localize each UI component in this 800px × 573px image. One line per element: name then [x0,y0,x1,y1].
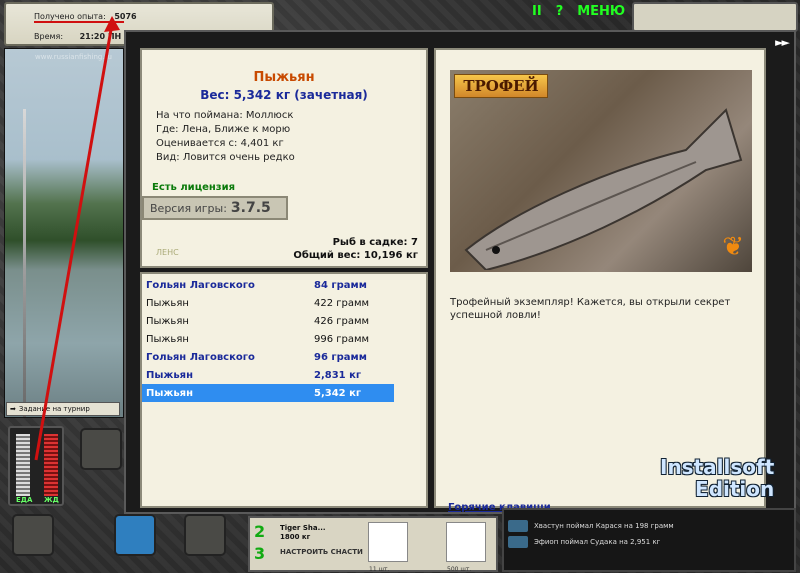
news-text: Эфиоп поймал Судака на 2,951 кг [534,538,661,546]
catch-fish-name: Пыжьян [146,297,189,309]
slot-number-2: 2 [254,522,266,541]
catch-row[interactable]: Пыжьян 5,342 кг [142,384,394,402]
fish-weight: Вес: 5,342 кг (зачетная) [200,88,368,102]
hook-count: 11 шт. [369,566,390,573]
fish-price: Оценивается с: 4,401 кг [156,138,284,149]
version-value: 3.7.5 [230,200,271,216]
fish-info-card: Пыжьян Вес: 5,342 кг (зачетная) На что п… [140,48,428,268]
food-label: ЕДА [16,496,33,504]
arrow-right-icon: ➡ [10,405,16,413]
fish-species: Вид: Ловится очень редко [156,152,295,163]
news-item: Эфиоп поймал Судака на 2,951 кг [508,534,790,550]
catch-row[interactable]: Пыжьян 426 грамм [142,312,394,330]
close-dialog-button[interactable]: ►► [775,36,790,49]
news-feed: Хвастун поймал Карася на 198 грамм Эфиоп… [502,508,796,572]
tournament-task-button[interactable]: ➡ Задание на турнир [6,402,120,416]
fish-name: Пыжьян [253,70,315,85]
fishing-rod [23,109,26,417]
menu-button[interactable]: МЕНЮ [577,4,625,19]
catch-fish-weight: 96 грамм [314,351,367,363]
bag-button[interactable] [184,514,226,556]
fish-icon [508,536,528,548]
catch-fish-name: Пыжьян [146,315,189,327]
time-readout: Время: 21:20 ПН [34,32,121,41]
slot-number-3: 3 [254,544,266,563]
brand-line2: Edition [695,477,775,501]
catch-fish-name: Гольян Лаговского [146,351,255,363]
status-meters: ЕДА ЖД [8,426,64,506]
fish-location: Где: Лена, Ближе к морю [156,124,291,135]
rod-info: Tiger Sha... 1800 кг [280,524,326,542]
health-meter [44,434,58,496]
top-controls: II ? МЕНЮ [532,4,625,19]
xp-readout: Получено опыта: 5076 [34,12,137,21]
fish-image [464,108,743,270]
news-item: Хвастун поймал Карася на 198 грамм [508,518,790,534]
xp-label: Получено опыта: [34,12,106,21]
total-weight: Общий вес: 10,196 кг [293,250,418,261]
lake-scene: www.russianfishing.ru [4,48,124,418]
catch-row[interactable]: Гольян Лаговского 96 грамм [142,348,394,366]
setup-tackle-button[interactable]: НАСТРОИТЬ СНАСТИ [280,548,363,557]
rod-weight: 1800 кг [280,533,311,541]
fish-bait: На что поймана: Моллюск [156,110,294,121]
catch-row[interactable]: Пыжьян 996 грамм [142,330,394,348]
tackle-bar: 2 3 Tiger Sha... 1800 кг НАСТРОИТЬ СНАСТ… [248,516,498,573]
time-label: Время: [34,32,64,41]
catch-fish-weight: 426 грамм [314,315,370,327]
catch-fish-weight: 84 грамм [314,279,367,291]
tackle-box-button[interactable] [80,428,122,470]
health-label: ЖД [44,496,59,504]
catch-row[interactable]: Пыжьян 422 грамм [142,294,394,312]
trophy-fish-image: ТРОФЕЙ ❦ [450,70,752,272]
xp-value: 5076 [114,12,137,21]
xp-highlight-underline [34,21,124,23]
news-text: Хвастун поймал Карася на 198 грамм [534,522,674,530]
backpack-button[interactable] [12,514,54,556]
bait-slot[interactable]: 500 шт. [446,522,486,573]
minimap-panel [632,2,798,32]
catch-row[interactable]: Гольян Лаговского 84 грамм [142,276,394,294]
lens-logo: ЛЕНС [156,248,179,257]
food-meter [16,434,30,496]
fish-count: Рыб в садке: 7 [332,237,418,248]
brand-line1: Installsoft [660,455,775,479]
rod-name: Tiger Sha... [280,524,326,532]
scene-watermark: www.russianfishing.ru [35,53,112,61]
bait-count: 500 шт. [447,566,472,573]
keepnet-stats: Рыб в садке: 7 Общий вес: 10,196 кг [293,236,418,262]
catch-fish-name: Гольян Лаговского [146,279,255,291]
catch-fish-name: Пыжьян [146,369,194,381]
game-version: Версия игры: 3.7.5 [142,196,288,220]
hook-slot[interactable]: 11 шт. [368,522,408,573]
catch-fish-weight: 996 грамм [314,333,370,345]
trophy-badge: ТРОФЕЙ [454,74,548,98]
tournament-task-label: Задание на турнир [18,405,90,413]
license-status: Есть лицензия [152,182,236,193]
catch-dialog: ►► Пыжьян Вес: 5,342 кг (зачетная) На чт… [124,30,796,514]
catch-fish-name: Пыжьян [146,333,189,345]
fish-icon [508,520,528,532]
time-value: 21:20 ПН [79,32,122,41]
catch-fish-name: Пыжьян [146,387,194,399]
catch-fish-weight: 422 грамм [314,297,370,309]
version-label: Версия игры: [150,201,227,215]
trophy-panel: ТРОФЕЙ ❦ Трофейный экземпляр! Кажется, в… [434,48,766,513]
catch-fish-weight: 2,831 кг [314,369,362,381]
help-button[interactable]: ? [556,4,564,19]
butterfly-icon: ❦ [722,232,744,262]
catch-fish-weight: 5,342 кг [314,387,362,399]
installsoft-logo: Installsoft Edition [660,456,774,500]
pause-button[interactable]: II [532,4,542,19]
basket-button[interactable] [114,514,156,556]
catch-list: Гольян Лаговского 84 грамм Пыжьян 422 грамм… [140,272,428,508]
trophy-message: Трофейный экземпляр! Кажется, вы открыли… [450,297,731,321]
catch-row[interactable]: Пыжьян 2,831 кг [142,366,394,384]
